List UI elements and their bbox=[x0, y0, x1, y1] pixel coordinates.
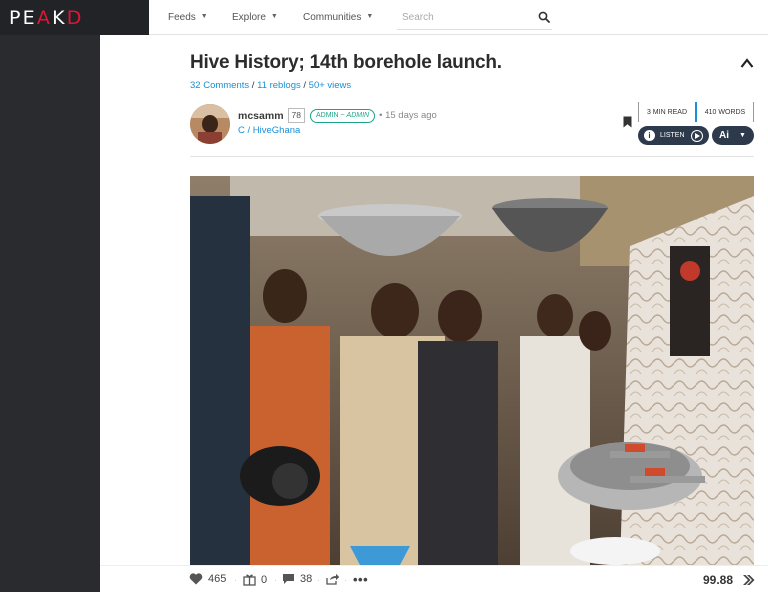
search-icon[interactable] bbox=[538, 11, 550, 23]
play-icon bbox=[690, 129, 703, 142]
ai-button[interactable]: Ai ▼ bbox=[712, 126, 754, 145]
top-bar: PE A K D Feeds ▼ Explore ▼ Communities ▼ bbox=[0, 0, 768, 35]
left-sidebar bbox=[0, 35, 100, 592]
avatar[interactable] bbox=[190, 104, 230, 144]
reblogs-link[interactable]: 11 reblogs bbox=[257, 80, 301, 91]
logo-text-d: D bbox=[66, 6, 84, 29]
share-button[interactable] bbox=[326, 573, 345, 585]
logo-text-k: K bbox=[52, 6, 67, 29]
avatar-image bbox=[190, 104, 230, 144]
post-time-text: 15 days ago bbox=[385, 110, 437, 121]
chevron-down-icon: ▼ bbox=[270, 13, 278, 20]
role-badge: ADMIN ~ ADMIN bbox=[310, 108, 376, 123]
role-italic: ADMIN bbox=[346, 111, 370, 119]
comments-link[interactable]: 32 Comments bbox=[190, 80, 249, 91]
separator-dot: · bbox=[317, 576, 320, 585]
role-prefix: ADMIN ~ bbox=[316, 111, 347, 119]
listen-button[interactable]: i LISTEN bbox=[638, 126, 709, 145]
post-action-bar: 465 · 0 · 38 · · ••• 99.88 bbox=[100, 565, 768, 592]
logo-text-a: A bbox=[36, 6, 53, 29]
author-name[interactable]: mcsamm bbox=[238, 110, 284, 122]
chevron-up-icon[interactable] bbox=[740, 57, 754, 69]
peakd-logo[interactable]: PE A K D bbox=[0, 0, 149, 35]
search-input[interactable] bbox=[397, 5, 527, 29]
borehole-photo bbox=[190, 176, 754, 565]
gift-icon bbox=[243, 574, 256, 586]
views-link[interactable]: 50+ views bbox=[309, 80, 352, 91]
comment-button[interactable]: 38 bbox=[282, 573, 312, 585]
reading-stats: 3 MIN READ 410 WORDS bbox=[638, 102, 754, 122]
gift-count: 0 bbox=[261, 573, 268, 586]
gift-button[interactable]: 0 bbox=[243, 573, 267, 586]
like-button[interactable]: 465 bbox=[189, 573, 226, 585]
ai-label: Ai bbox=[719, 130, 729, 141]
post-time: • 15 days ago bbox=[379, 110, 437, 121]
more-options-button[interactable]: ••• bbox=[353, 572, 368, 587]
chevron-down-icon: ▼ bbox=[200, 13, 208, 20]
ellipsis-icon: ••• bbox=[353, 572, 369, 587]
post-stats: 32 Comments / 11 reblogs / 50+ views bbox=[190, 80, 351, 91]
reputation-badge: 78 bbox=[287, 108, 305, 123]
comment-icon bbox=[283, 574, 294, 584]
word-count: 410 WORDS bbox=[695, 102, 754, 122]
hive-payout-icon[interactable] bbox=[742, 574, 755, 586]
author-line: mcsamm 78 ADMIN ~ ADMIN • 15 days ago bbox=[238, 108, 437, 123]
separator-dot: · bbox=[234, 576, 237, 585]
search-box bbox=[397, 5, 552, 30]
like-count: 465 bbox=[208, 573, 227, 585]
share-icon bbox=[326, 573, 340, 585]
divider bbox=[190, 156, 754, 157]
listen-label: LISTEN bbox=[660, 132, 685, 139]
info-icon: i bbox=[644, 130, 655, 141]
nav-communities-label: Communities bbox=[303, 12, 362, 23]
nav-explore-label: Explore bbox=[232, 12, 266, 23]
nav-feeds-label: Feeds bbox=[168, 12, 196, 23]
post-title: Hive History; 14th borehole launch. bbox=[190, 52, 502, 73]
community-link[interactable]: C / HiveGhana bbox=[238, 125, 300, 136]
comment-count: 38 bbox=[300, 573, 313, 585]
nav-explore[interactable]: Explore ▼ bbox=[232, 0, 278, 35]
heart-icon bbox=[189, 573, 203, 585]
chevron-down-icon: ▼ bbox=[739, 132, 746, 139]
post-image[interactable] bbox=[190, 176, 754, 565]
logo-text-pe: PE bbox=[9, 6, 37, 29]
separator-dot: · bbox=[274, 576, 277, 585]
separator-dot: · bbox=[344, 576, 347, 585]
chevron-down-icon: ▼ bbox=[366, 13, 374, 20]
read-time: 3 MIN READ bbox=[638, 102, 695, 122]
bookmark-icon[interactable] bbox=[623, 116, 632, 128]
nav-communities[interactable]: Communities ▼ bbox=[303, 0, 373, 35]
payout-value[interactable]: 99.88 bbox=[703, 573, 733, 587]
nav-feeds[interactable]: Feeds ▼ bbox=[168, 0, 208, 35]
